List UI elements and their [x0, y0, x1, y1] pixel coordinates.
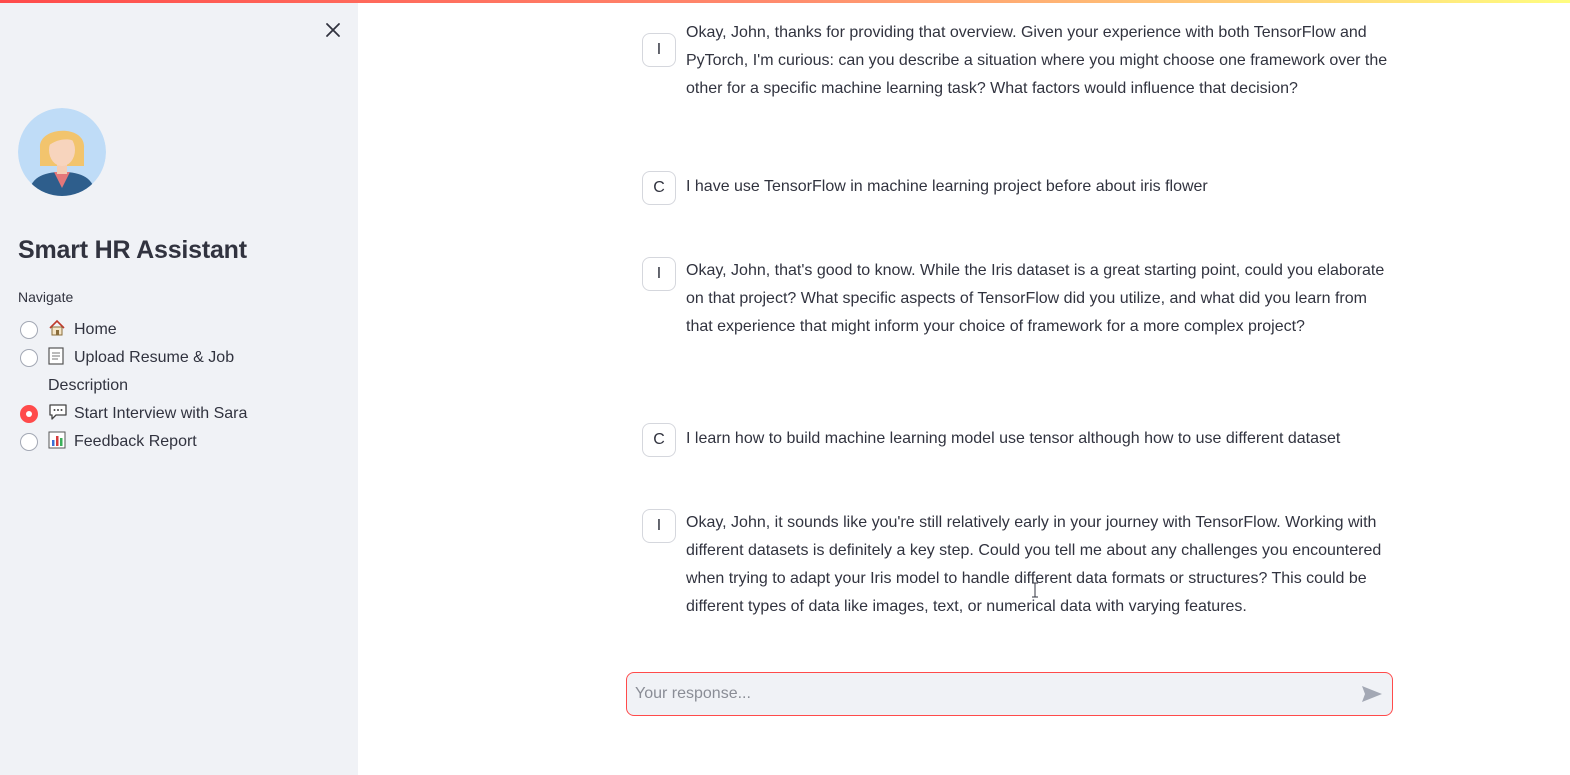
radio-interview[interactable] — [20, 405, 38, 423]
nav-radio-group: Home Upload Resume & Job Description Sta… — [18, 316, 338, 456]
message-text: Okay, John, that's good to know. While t… — [686, 262, 1385, 335]
close-sidebar-button[interactable] — [321, 18, 345, 42]
message-text: Okay, John, thanks for providing that ov… — [686, 24, 1388, 97]
candidate-avatar: C — [642, 171, 676, 205]
house-icon — [48, 316, 70, 344]
interviewer-avatar: I — [642, 257, 676, 291]
nav-item-label: Upload Resume & Job Description — [48, 349, 235, 394]
nav-item-label: Feedback Report — [74, 433, 197, 450]
chat-input-box — [626, 672, 1393, 716]
radio-home[interactable] — [20, 321, 38, 339]
close-icon — [326, 23, 340, 37]
page-icon — [48, 344, 70, 372]
nav-item-feedback[interactable]: Feedback Report — [18, 428, 338, 456]
message-text: I have use TensorFlow in machine learnin… — [686, 178, 1208, 195]
bar-chart-icon — [48, 428, 70, 456]
response-input[interactable] — [627, 674, 1352, 714]
chat-message: C I learn how to build machine learning … — [642, 423, 1394, 457]
chat-message: I Okay, John, that's good to know. While… — [642, 257, 1394, 341]
chat-history: I Okay, John, thanks for providing that … — [642, 0, 1394, 660]
nav-item-home[interactable]: Home — [18, 316, 338, 344]
send-button[interactable] — [1352, 674, 1392, 714]
nav-item-interview[interactable]: Start Interview with Sara — [18, 400, 338, 428]
nav-item-label: Start Interview with Sara — [74, 405, 248, 422]
interviewer-avatar: I — [642, 509, 676, 543]
message-text: Okay, John, it sounds like you're still … — [686, 514, 1382, 615]
chat-message: I Okay, John, thanks for providing that … — [642, 24, 1394, 103]
candidate-avatar: C — [642, 423, 676, 457]
top-decoration-bar — [0, 0, 1570, 3]
radio-feedback[interactable] — [20, 433, 38, 451]
chat-message: I Okay, John, it sounds like you're stil… — [642, 509, 1394, 621]
chat-message: C I have use TensorFlow in machine learn… — [642, 171, 1394, 205]
message-text: I learn how to build machine learning mo… — [686, 430, 1341, 447]
text-cursor-icon — [1032, 582, 1038, 598]
radio-upload[interactable] — [20, 349, 38, 367]
send-icon — [1362, 686, 1382, 702]
avatar-woman-icon — [18, 108, 106, 196]
nav-label: Navigate — [18, 289, 74, 305]
nav-item-label: Home — [74, 321, 117, 338]
avatar — [18, 108, 106, 196]
speech-bubble-icon — [48, 400, 70, 428]
sidebar: Smart HR Assistant Navigate Home Upload … — [0, 0, 358, 775]
app-title: Smart HR Assistant — [18, 236, 247, 264]
interviewer-avatar: I — [642, 33, 676, 67]
nav-item-upload[interactable]: Upload Resume & Job Description — [18, 344, 338, 400]
